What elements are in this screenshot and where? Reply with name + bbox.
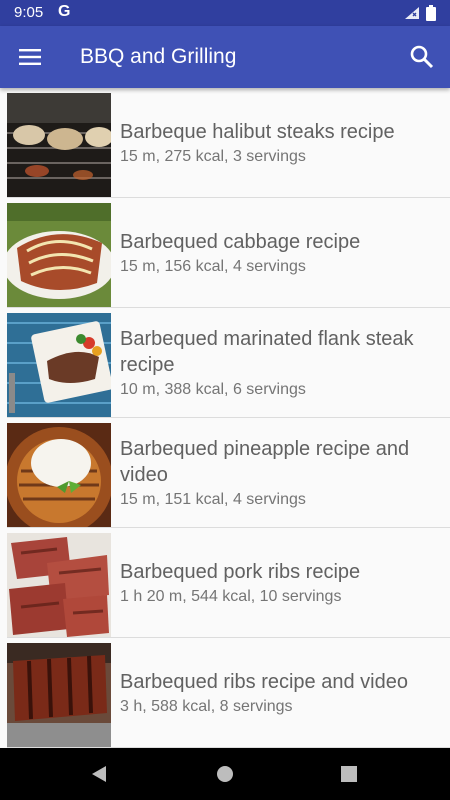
back-button[interactable] [90, 764, 108, 789]
recipe-title: Barbequed pineapple recipe and video [120, 437, 410, 486]
recipe-meta: 1 h 20 m, 544 kcal, 10 servings [120, 587, 342, 605]
recipe-meta: 10 m, 388 kcal, 6 servings [120, 380, 306, 398]
recipe-meta: 15 m, 151 kcal, 4 servings [120, 490, 306, 508]
recipe-title: Barbequed ribs recipe and video [120, 670, 408, 693]
recipe-thumbnail [7, 423, 111, 527]
recipe-list: Barbeque halibut steaks recipe 15 m, 275… [0, 88, 450, 748]
recents-button[interactable] [340, 764, 358, 789]
app-bar: BBQ and Grilling [0, 26, 450, 88]
wifi-icon [405, 7, 419, 19]
navigation-bar [0, 748, 450, 800]
status-icons [404, 5, 436, 21]
recipe-thumbnail [7, 203, 111, 307]
page-title: BBQ and Grilling [80, 45, 237, 68]
list-item[interactable]: Barbequed cabbage recipe 15 m, 156 kcal,… [0, 198, 450, 308]
back-icon [92, 766, 106, 782]
status-time: 9:05 [14, 4, 44, 21]
menu-button[interactable] [18, 45, 42, 69]
recipe-title: Barbequed pork ribs recipe [120, 560, 361, 583]
list-item[interactable]: Barbeque halibut steaks recipe 15 m, 275… [0, 88, 450, 198]
list-item[interactable]: Barbequed ribs recipe and video 3 h, 588… [0, 638, 450, 748]
recipe-thumbnail [7, 643, 111, 747]
recipe-meta: 3 h, 588 kcal, 8 servings [120, 697, 293, 715]
recents-icon [341, 766, 357, 782]
list-item[interactable]: Barbequed marinated flank steak recipe 1… [0, 308, 450, 418]
recipe-title: Barbequed cabbage recipe [120, 230, 361, 253]
list-item[interactable]: Barbequed pineapple recipe and video 15 … [0, 418, 450, 528]
recipe-thumbnail [7, 313, 111, 417]
list-item[interactable]: Barbequed pork ribs recipe 1 h 20 m, 544… [0, 528, 450, 638]
google-badge: G [58, 3, 71, 20]
home-icon [217, 766, 233, 782]
recipe-thumbnail [7, 93, 111, 197]
search-icon [410, 45, 434, 69]
recipe-title: Barbequed marinated flank steak recipe [120, 327, 414, 376]
battery-icon [426, 5, 436, 21]
recipe-meta: 15 m, 275 kcal, 3 servings [120, 147, 306, 165]
status-bar: 9:05 G [0, 0, 450, 26]
recipe-title: Barbeque halibut steaks recipe [120, 120, 395, 143]
menu-icon [19, 49, 41, 65]
recipe-meta: 15 m, 156 kcal, 4 servings [120, 257, 306, 275]
search-button[interactable] [408, 43, 436, 71]
home-button[interactable] [216, 764, 234, 789]
recipe-thumbnail [7, 533, 111, 637]
